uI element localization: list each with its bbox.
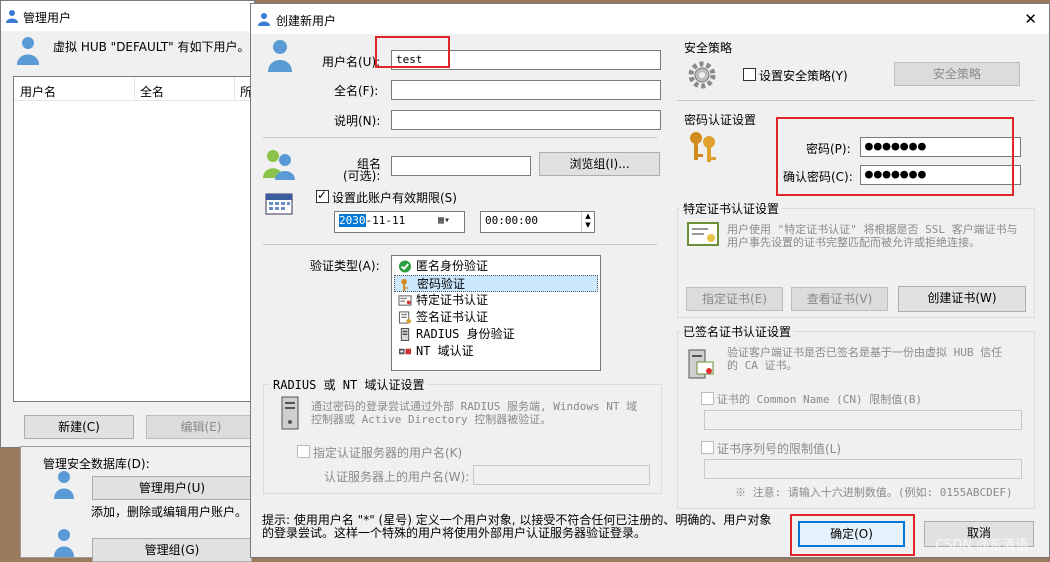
certificate-icon: [687, 222, 719, 246]
auth-type-list[interactable]: 匿名身份验证 密码验证 特定证书认证 签名证书认证 RADIUS 身份验证 NT…: [391, 255, 601, 371]
expire-checkbox[interactable]: ✓: [316, 188, 329, 203]
date-rest: -11-11: [365, 214, 406, 227]
create-cert-button[interactable]: 创建证书(W): [898, 286, 1026, 312]
server-user-label: 认证服务器上的用户名(W):: [324, 470, 470, 484]
fullname-label: 全名(F):: [334, 84, 379, 98]
signed-desc-2: 的 CA 证书。: [727, 359, 798, 372]
user-list-header: 用户名 全名 所: [14, 77, 252, 101]
cert-settings-title: 特定证书认证设置: [680, 200, 783, 217]
server-user-input[interactable]: [473, 465, 650, 485]
auth-type-item[interactable]: 特定证书认证: [394, 292, 598, 309]
group-icon: [263, 150, 295, 180]
users-icon: [17, 37, 39, 65]
dialog-title: 创建新用户: [276, 14, 337, 28]
manage-users-button[interactable]: 管理用户(U): [92, 476, 252, 500]
security-db-panel: 管理安全数据库(D): 管理用户(U) 添加，删除或编辑用户账户。 管理组(G): [20, 446, 252, 562]
user-icon: [6, 10, 18, 23]
gear-icon: [688, 61, 716, 89]
specify-cert-button[interactable]: 指定证书(E): [686, 287, 783, 311]
signed-certificate-icon: [398, 311, 412, 324]
auth-type-item[interactable]: RADIUS 身份验证: [394, 326, 598, 343]
auth-type-item[interactable]: 匿名身份验证: [394, 258, 598, 275]
group-input[interactable]: [391, 156, 531, 176]
serial-note: ※ 注意: 请输入十六进制数值。(例如: 0155ABCDEF): [735, 486, 1013, 499]
calendar-dropdown-icon[interactable]: ▦▾: [438, 214, 462, 230]
keys-icon: [690, 132, 716, 162]
specify-server-user-label: 指定认证服务器的用户名(K): [313, 446, 463, 460]
time-spinner[interactable]: 00:00:00: [480, 211, 595, 233]
server-icon: [281, 396, 299, 430]
manage-groups-button[interactable]: 管理组(G): [92, 538, 252, 562]
serial-limit-input[interactable]: [704, 459, 1022, 479]
key-icon: [401, 278, 408, 291]
dialog-titlebar: 创建新用户 ✕: [251, 4, 1049, 34]
hint-line-2: 的登录尝试。这样一个特殊的用户将使用外部用户认证服务器验证登录。: [262, 526, 647, 540]
spinner-arrows-icon[interactable]: ▲ ▼: [581, 212, 594, 232]
user-list[interactable]: 用户名 全名 所: [13, 76, 253, 402]
manage-users-title: 管理用户: [23, 11, 72, 25]
check-circle-icon: [398, 260, 412, 273]
password-settings-title: 密码认证设置: [684, 113, 757, 127]
password-highlight: [776, 117, 1014, 196]
fullname-input[interactable]: [391, 80, 661, 100]
date-picker[interactable]: 2030-11-11 ▦▾: [334, 211, 465, 233]
radius-group-title: RADIUS 或 NT 域认证设置: [270, 376, 428, 393]
manage-users-description: 虚拟 HUB "DEFAULT" 有如下用户。: [53, 40, 250, 54]
auth-type-label: 验证类型(A):: [310, 259, 380, 273]
new-user-button[interactable]: 新建(C): [24, 415, 134, 439]
ok-highlight: [790, 514, 915, 556]
group-icon: [54, 529, 74, 557]
cn-limit-label: 证书的 Common Name (CN) 限制值(B): [717, 393, 923, 406]
divider: [263, 137, 657, 138]
cert-desc-2: 用户事先设置的证书完整匹配而被允许或拒绝连接。: [727, 236, 980, 249]
close-icon[interactable]: ✕: [1024, 10, 1037, 28]
auth-type-item[interactable]: NT 域认证: [394, 343, 598, 360]
group-label-optional: (可选):: [343, 169, 381, 183]
column-fullname[interactable]: 全名: [140, 83, 164, 100]
cn-limit-input[interactable]: [704, 410, 1022, 430]
expire-label: 设置此账户有效期限(S): [332, 191, 457, 205]
view-cert-button[interactable]: 查看证书(V): [791, 287, 888, 311]
domain-icon: [398, 348, 412, 355]
user-icon: [54, 471, 74, 499]
divider: [677, 100, 1035, 101]
username-highlight: [375, 36, 450, 68]
security-policy-check-label: 设置安全策略(Y): [759, 69, 848, 83]
server-cert-icon: [688, 349, 714, 379]
security-policy-button[interactable]: 安全策略: [894, 62, 1020, 86]
note-input[interactable]: [391, 110, 661, 130]
manage-users-desc: 添加，删除或编辑用户账户。: [91, 505, 248, 519]
edit-user-button[interactable]: 编辑(E): [146, 415, 256, 439]
specify-server-user-checkbox[interactable]: [297, 445, 310, 458]
security-policy-title: 安全策略: [684, 41, 733, 55]
serial-limit-label: 证书序列号的限制值(L): [717, 442, 842, 456]
divider: [263, 244, 657, 245]
certificate-icon: [398, 295, 412, 306]
column-username[interactable]: 用户名: [20, 83, 56, 100]
signed-cert-title: 已签名证书认证设置: [680, 323, 795, 340]
user-icon: [268, 40, 292, 72]
watermark: CSDN @东清语: [935, 538, 1029, 553]
serial-limit-checkbox[interactable]: [701, 441, 714, 454]
auth-type-item-selected[interactable]: 密码验证: [394, 275, 598, 292]
calendar-icon: [265, 193, 293, 215]
date-year: 2030: [339, 214, 366, 227]
manage-users-window: 管理用户 虚拟 HUB "DEFAULT" 有如下用户。 用户名 全名 所 新建…: [0, 0, 256, 448]
security-policy-checkbox[interactable]: [743, 68, 756, 81]
server-icon: [400, 328, 410, 341]
note-label: 说明(N):: [334, 114, 381, 128]
auth-type-item[interactable]: 签名证书认证: [394, 309, 598, 326]
manage-users-titlebar: 管理用户: [1, 1, 254, 31]
browse-group-button[interactable]: 浏览组(I)...: [539, 152, 660, 176]
cn-limit-checkbox[interactable]: [701, 392, 714, 405]
user-icon: [258, 13, 270, 26]
check-icon: ✓: [317, 188, 328, 202]
username-label: 用户名(U):: [322, 55, 381, 69]
radius-desc-2: 控制器或 Active Directory 控制器被验证。: [311, 413, 552, 426]
